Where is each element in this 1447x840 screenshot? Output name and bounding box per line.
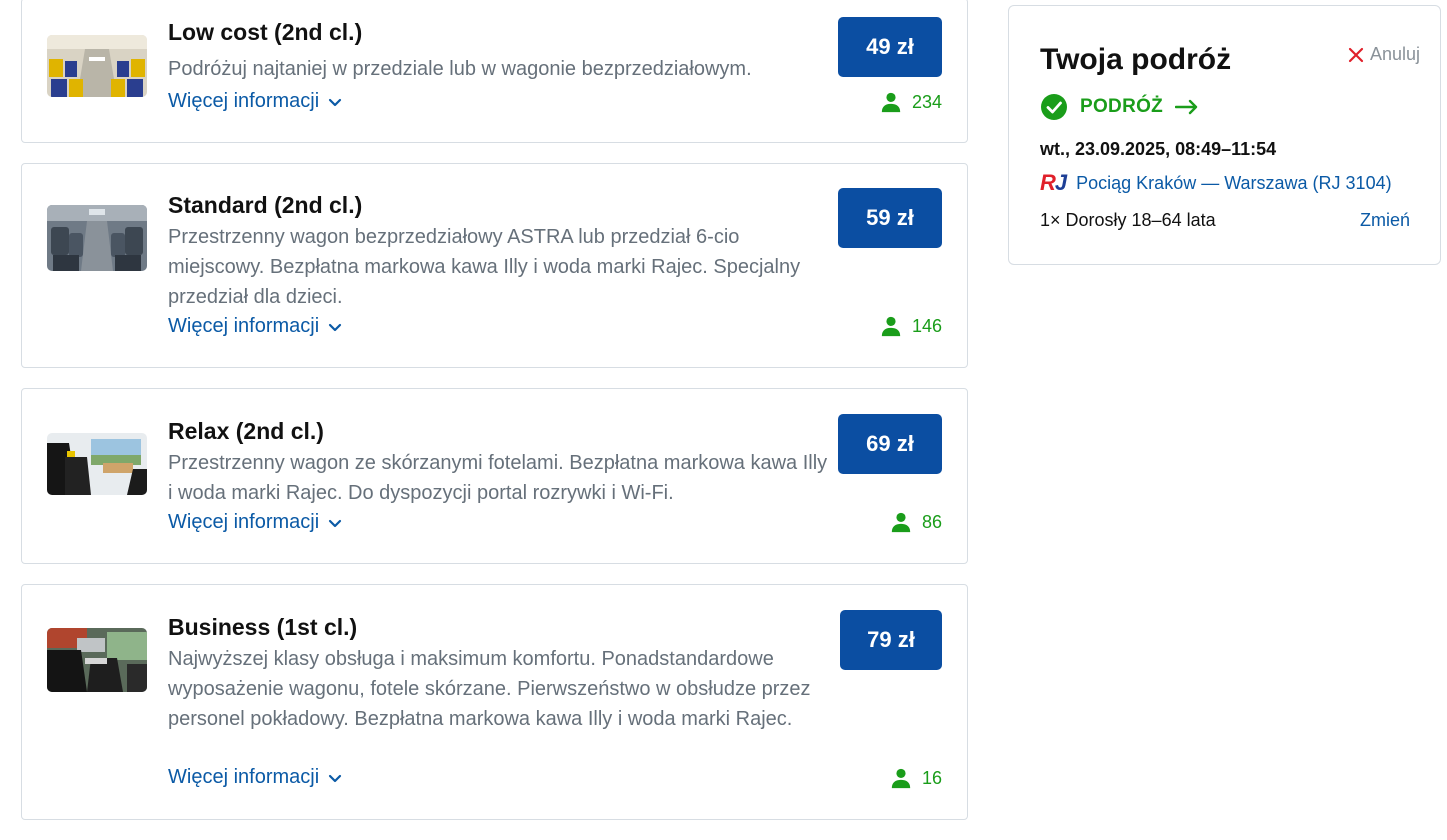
seat-count: 16 [921,767,942,788]
cancel-button[interactable]: Anuluj [1348,44,1420,65]
carrier-logo: RJ [1040,170,1067,195]
fare-description: Przestrzenny wagon bezprzedziałowy ASTRA… [168,226,801,308]
more-info-link[interactable]: Więcej informacji [168,90,343,113]
passenger-summary: 1× Dorosły 18–64 lata [1040,210,1216,230]
trip-date: wt., 23.09.2025, 08:49–11:54 [1040,139,1277,159]
more-info-link[interactable]: Więcej informacji [168,511,343,534]
price-button[interactable]: 49 zł [838,17,942,77]
fare-title: Relax (2nd cl.) [168,418,324,444]
fare-description: Podróżuj najtaniej w przedziale lub w wa… [168,58,752,80]
more-info-label: Więcej informacji [168,766,320,788]
low-cost-wagon-photo [47,35,147,97]
standard-wagon-photo [47,205,147,271]
cancel-label: Anuluj [1369,44,1420,64]
seats-available: 16 [890,767,942,789]
fare-card-standard: Standard (2nd cl.) Przestrzenny wagon be… [21,163,968,368]
person-icon [891,512,911,533]
leg-label: PODRÓŻ [1080,96,1164,117]
fare-card-business: Business (1st cl.) Najwyższej klasy obsł… [21,584,968,820]
person-icon [881,92,901,113]
train-info: RJ Pociąg Kraków — Warszawa (RJ 3104) [1040,170,1392,196]
chevron-down-icon [329,323,342,331]
chevron-down-icon [329,519,342,527]
seats-available: 234 [880,91,942,113]
seat-count: 146 [911,315,942,336]
arrow-right-icon [1175,99,1198,115]
more-info-label: Więcej informacji [168,90,320,112]
business-wagon-photo [47,628,147,692]
more-info-link[interactable]: Więcej informacji [168,766,343,789]
check-circle-icon [1041,94,1067,120]
more-info-label: Więcej informacji [168,315,320,337]
fare-title: Business (1st cl.) [168,614,358,640]
price-button[interactable]: 69 zł [838,414,942,474]
trip-summary-panel: Twoja podróż Anuluj PODRÓŻ wt., 23.09.20… [1008,5,1441,265]
fare-description: Najwyższej klasy obsługa i maksimum komf… [168,648,811,730]
chevron-down-icon [329,98,342,106]
relax-wagon-photo [47,433,147,495]
seat-count: 234 [911,91,942,112]
fare-card-low-cost: Low cost (2nd cl.) Podróżuj najtaniej w … [21,0,968,143]
person-icon [881,316,901,337]
more-info-link[interactable]: Więcej informacji [168,315,343,338]
seat-count: 86 [921,511,942,532]
trip-title: Twoja podróż [1040,43,1232,76]
seats-available: 146 [880,315,942,337]
chevron-down-icon [329,774,342,782]
more-info-label: Więcej informacji [168,511,320,533]
close-icon [1348,47,1364,62]
trip-leg: PODRÓŻ [1040,93,1199,121]
fare-title: Low cost (2nd cl.) [168,19,363,45]
person-icon [891,768,911,789]
change-passengers-link[interactable]: Zmień [1360,210,1410,231]
fare-description: Przestrzenny wagon ze skórzanymi fotelam… [168,452,828,504]
price-button[interactable]: 59 zł [838,188,942,248]
fare-title: Standard (2nd cl.) [168,192,363,218]
seats-available: 86 [890,511,942,533]
fare-card-relax: Relax (2nd cl.) Przestrzenny wagon ze sk… [21,388,968,564]
price-button[interactable]: 79 zł [840,610,942,670]
train-link[interactable]: Pociąg Kraków — Warszawa (RJ 3104) [1076,173,1391,194]
